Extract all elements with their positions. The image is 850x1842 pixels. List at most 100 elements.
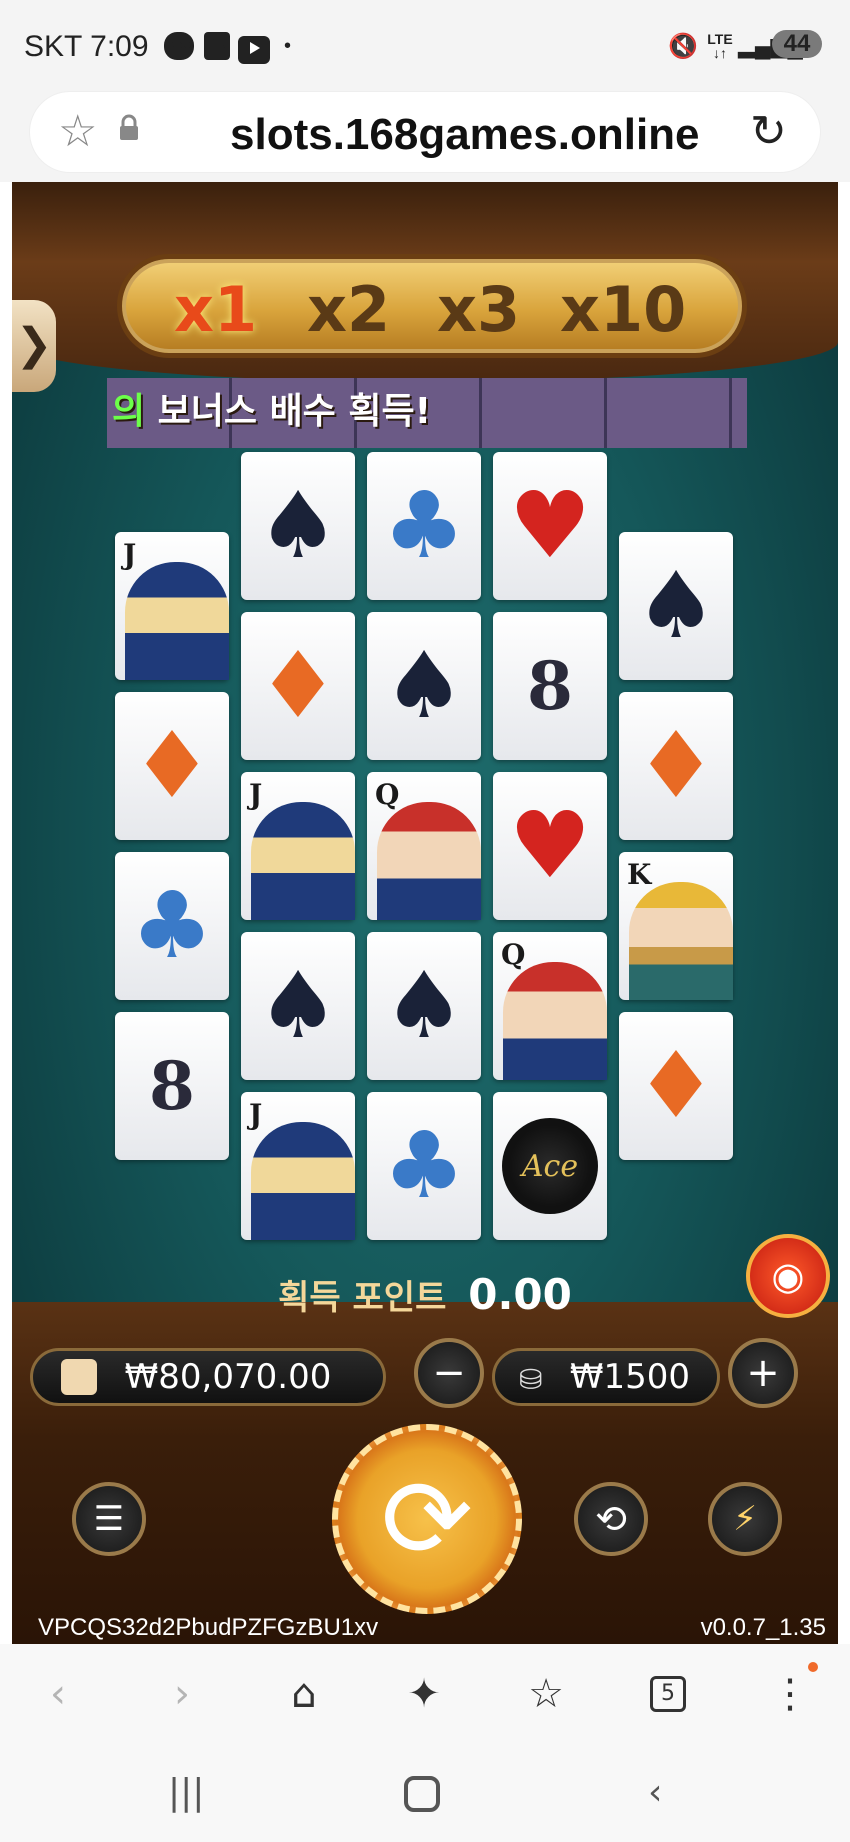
bet-display: ⛁ ₩1500 [492,1348,720,1406]
jack-face-icon [251,802,355,920]
card-heart: ♥ [493,772,607,920]
card-jack: J [241,772,355,920]
status-time: SKT 7:09 [24,30,149,63]
spin-icon: ⟳ [380,1458,474,1581]
recents-icon[interactable]: ||| [168,1772,204,1813]
diamond-icon: ♦ [256,632,340,739]
notification-dot [808,1662,818,1672]
back-nav-icon[interactable]: ‹ [648,1772,662,1813]
diamond-icon: ♦ [130,712,214,819]
card-heart: ♥ [493,452,607,600]
card-eight: 8 [115,1012,229,1160]
bonus-prefix: 의 [112,391,146,432]
card-diamond: ♦ [115,692,229,840]
card-diamond: ♦ [619,1012,733,1160]
balance-display: ₩80,070.00 [30,1348,386,1406]
balance-value: ₩80,070.00 [124,1357,332,1397]
heart-icon: ♥ [508,792,592,899]
home-nav-icon[interactable] [404,1776,440,1812]
sparkle-icon: ✦ [407,1671,441,1717]
card-king: K [619,852,733,1000]
bookmark-star-icon[interactable]: ☆ [58,106,97,157]
home-button[interactable]: ⌂ [276,1666,332,1722]
bonus-text: 의 보너스 배수 획득! [112,382,431,434]
reload-icon[interactable]: ↻ [750,106,787,157]
multiplier-x3: x3 [437,273,521,346]
address-bar[interactable]: ☆ slots.168games.online ↻ [30,92,820,172]
forward-button[interactable]: › [154,1666,210,1722]
spin-button[interactable]: ⟳ [332,1424,522,1614]
club-icon: ♣ [382,1112,466,1219]
lte-icon: LTE ↓↑ [707,31,733,61]
heart-icon: ♥ [508,472,592,579]
lock-icon [118,114,140,140]
menu-button[interactable]: ☰ [72,1482,146,1556]
tabs-button[interactable]: 5 [640,1666,696,1722]
autoplay-button[interactable]: ⟲ [574,1482,648,1556]
card-spade: ♠ [241,932,355,1080]
card-diamond: ♦ [241,612,355,760]
turbo-button[interactable]: ⚡ [708,1482,782,1556]
spade-icon: ♠ [256,472,340,579]
home-icon: ⌂ [291,1671,317,1717]
url-text[interactable]: slots.168games.online [230,110,700,160]
coin-stack-icon: ◉ [771,1255,805,1298]
autoplay-coins-button[interactable]: ◉ [746,1234,830,1318]
card-spade: ♠ [619,532,733,680]
points-display: 획득 포인트 0.00 [12,1270,838,1319]
card-club: ♣ [367,452,481,600]
club-icon: ♣ [382,472,466,579]
more-vertical-icon: ⋮ [770,1671,810,1717]
bookmarks-button[interactable]: ☆ [518,1666,574,1722]
bet-increase-button[interactable]: + [728,1338,798,1408]
chips-icon: ⛁ [519,1363,543,1396]
diamond-icon: ♦ [634,712,718,819]
menu-icon: ☰ [93,1499,125,1539]
chat-icon: ••• [164,32,194,60]
bet-decrease-button[interactable]: − [414,1338,484,1408]
points-label: 획득 포인트 [278,1278,447,1318]
queen-face-icon [377,802,481,920]
star-list-icon: ☆ [528,1671,564,1717]
card-club: ♣ [367,1092,481,1240]
ace-spade-icon: Ace [502,1118,598,1214]
multiplier-x1: x1 [174,273,258,346]
card-club: ♣ [115,852,229,1000]
card-eight: 8 [493,612,607,760]
club-icon: ♣ [130,872,214,979]
bet-value: ₩1500 [569,1357,691,1397]
youtube-icon [238,36,270,64]
multiplier-bar: x1 x2 x3 x10 [117,254,747,358]
multiplier-x10: x10 [560,273,687,346]
card-spade: ♠ [241,452,355,600]
chevron-right-icon: › [174,1671,190,1717]
card-queen: Q [493,932,607,1080]
side-menu-tab[interactable]: ❯ [12,300,56,392]
card-spade: ♠ [367,932,481,1080]
card-diamond: ♦ [619,692,733,840]
card-spade: ♠ [367,612,481,760]
back-button[interactable]: ‹ [30,1666,86,1722]
system-nav-bar: ||| ‹ [0,1744,850,1842]
autoplay-icon: ⟲ [595,1497,627,1541]
version-label: v0.0.7_1.35 [700,1614,826,1641]
spade-icon: ♠ [382,632,466,739]
wallet-icon [61,1359,97,1395]
b-app-icon: B [204,32,230,60]
chevron-left-icon: ‹ [50,1671,66,1717]
multiplier-x2: x2 [307,273,391,346]
tabs-count: 5 [650,1676,686,1712]
king-face-icon [629,882,733,1000]
more-menu-button[interactable]: ⋮ [762,1666,818,1722]
session-id: VPCQS32d2PbudPZFGzBU1xv [38,1614,379,1641]
status-bar: SKT 7:09 ••• B • 🔇 LTE ↓↑ ▂▄▆█ 44 [0,0,850,92]
spade-icon: ♠ [634,552,718,659]
card-queen: Q [367,772,481,920]
lightning-icon: ⚡ [733,1499,757,1539]
card-jack: J [241,1092,355,1240]
browser-toolbar: ‹ › ⌂ ✦ ☆ 5 ⋮ [0,1644,850,1744]
battery-badge: 44 [772,30,822,58]
bonus-message: 보너스 배수 획득! [157,391,431,432]
ai-assistant-button[interactable]: ✦ [396,1666,452,1722]
jack-face-icon [251,1122,355,1240]
